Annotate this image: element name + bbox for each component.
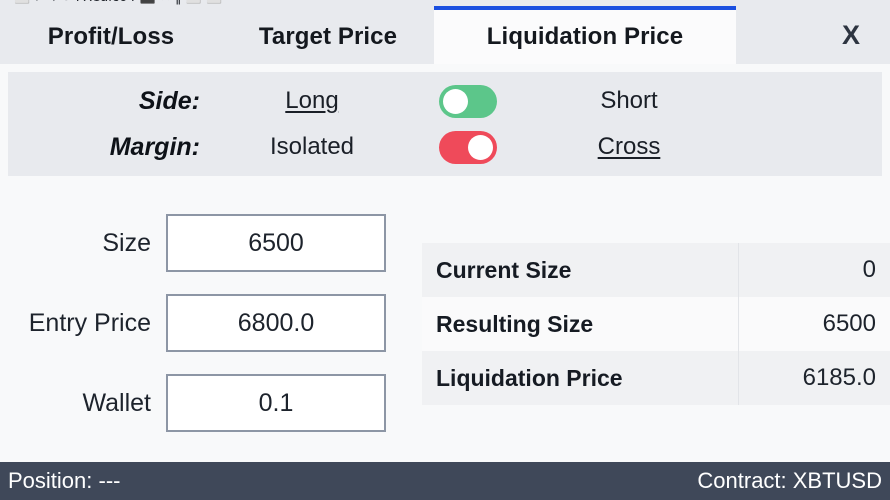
current-size-key: Current Size (422, 243, 738, 297)
size-label: Size (102, 228, 151, 257)
entry-price-label: Entry Price (28, 308, 151, 337)
current-size-value: 0 (737, 243, 890, 297)
side-label: Side: (138, 86, 200, 115)
status-position: Position: --- (8, 468, 121, 493)
close-icon[interactable]: X (812, 6, 890, 64)
table-row: Liquidation Price 6185.0 (422, 351, 890, 405)
side-option-short[interactable]: Short (524, 87, 734, 115)
tab-target-price[interactable]: Target Price (222, 6, 434, 64)
resulting-size-value: 6500 (737, 297, 890, 351)
app-window: ⬜ ↗ ⤷ ↻ FXCalc64 ⬛ ✕ ‖ ⬜ ⬜ Profit/Loss T… (0, 0, 890, 500)
tab-liquidation-price-label: Liquidation Price (486, 23, 684, 50)
options-panel: Side: Long Short Margin: Isolated Cross (8, 72, 882, 176)
margin-option-isolated[interactable]: Isolated (212, 133, 412, 161)
tab-profit-loss[interactable]: Profit/Loss (0, 6, 222, 64)
margin-option-cross[interactable]: Cross (524, 133, 734, 161)
side-toggle[interactable] (439, 84, 497, 118)
liquidation-price-value: 6185.0 (737, 351, 890, 405)
tab-profit-loss-label: Profit/Loss (47, 23, 175, 50)
wallet-label: Wallet (82, 388, 151, 417)
wallet-input[interactable]: 0.1 (166, 374, 386, 432)
close-button-label: X (841, 19, 860, 50)
entry-price-input[interactable]: 6800.0 (166, 294, 386, 352)
resulting-size-key: Resulting Size (422, 297, 738, 351)
side-option-long[interactable]: Long (212, 87, 412, 115)
margin-toggle[interactable] (439, 130, 497, 164)
margin-toggle-cell (412, 130, 524, 164)
size-input[interactable]: 6500 (166, 214, 386, 272)
entry-price-field-row: Entry Price 6800.0 (0, 292, 410, 354)
status-contract: Contract: XBTUSD (697, 468, 882, 493)
table-row: Current Size 0 (422, 243, 890, 297)
size-field-row: Size 6500 (0, 212, 410, 274)
tab-liquidation-price[interactable]: Liquidation Price (434, 6, 736, 64)
margin-toggle-knob (468, 134, 493, 160)
tab-bar-spacer (736, 6, 812, 64)
table-row: Resulting Size 6500 (422, 297, 890, 351)
status-bar: Position: --- Contract: XBTUSD (0, 462, 890, 500)
tab-target-price-label: Target Price (258, 23, 398, 50)
side-toggle-knob (443, 88, 468, 114)
liquidation-price-key: Liquidation Price (422, 351, 738, 405)
side-row: Side: Long Short (8, 78, 882, 124)
margin-label: Margin: (109, 132, 200, 161)
tab-bar: Profit/Loss Target Price Liquidation Pri… (0, 6, 890, 64)
side-toggle-cell (412, 84, 524, 118)
results-table: Current Size 0 Resulting Size 6500 Liqui… (422, 243, 890, 405)
margin-row: Margin: Isolated Cross (8, 124, 882, 170)
wallet-field-row: Wallet 0.1 (0, 372, 410, 434)
titlebar-glyphs-left: ⬜ ↗ ⤷ ↻ FXCalc64 ⬛ ✕ ‖ ⬜ ⬜ (14, 0, 222, 4)
